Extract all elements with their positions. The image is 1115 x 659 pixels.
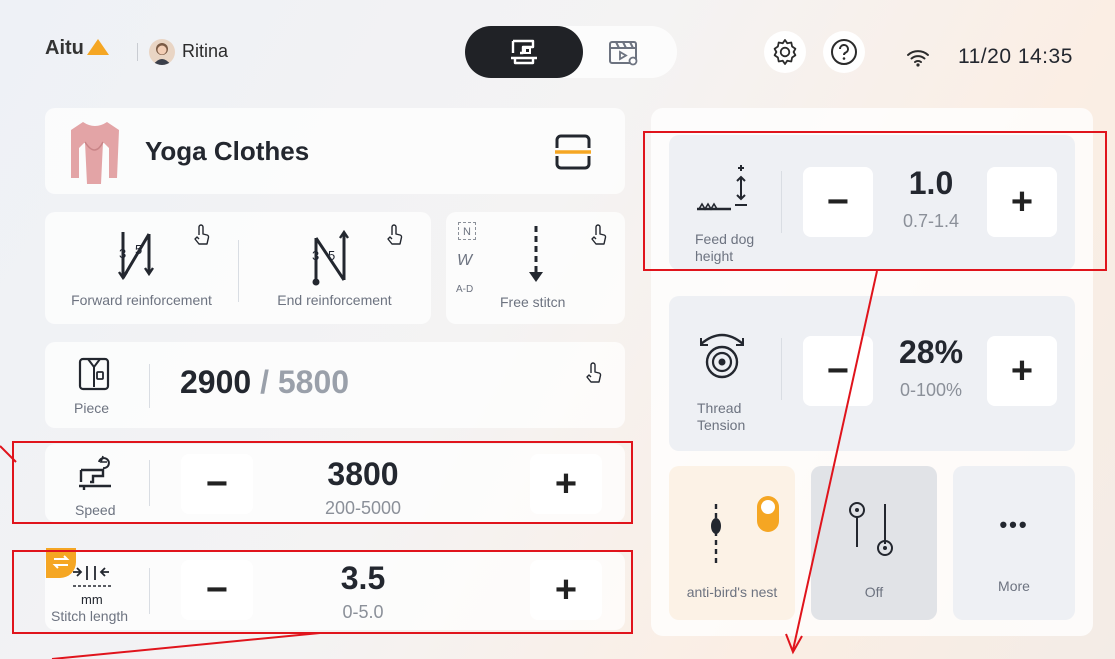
anti-birds-nest-toggle[interactable] [757, 496, 779, 532]
end-reinforcement-label: End reinforcement [277, 292, 392, 308]
off-tile[interactable]: Off [811, 466, 937, 620]
product-name: Yoga Clothes [145, 136, 310, 166]
video-mode-button[interactable] [608, 39, 640, 72]
clock: 11/20 14:35 [958, 45, 1073, 68]
brand-logo: Aitu [45, 37, 109, 60]
free-stitch-label: Free stitcn [500, 294, 566, 310]
sewing-machine-icon [511, 39, 537, 65]
pattern-ad-icon: A-D [456, 284, 474, 295]
piece-counter-card[interactable]: Piece 2900 / 5800 [45, 342, 625, 428]
brand-mark-icon [86, 39, 109, 55]
shirt-icon [78, 357, 110, 391]
settings-button[interactable] [764, 31, 806, 73]
thread-tension-icon [700, 333, 744, 379]
video-icon [609, 41, 638, 66]
user-name[interactable]: Ritina [182, 41, 228, 62]
touch-icon [591, 224, 607, 245]
touch-icon [586, 362, 602, 383]
divider [149, 364, 150, 408]
scan-icon[interactable] [553, 132, 593, 172]
brand-name: Aitu [45, 37, 84, 59]
count-a: 3 [312, 248, 320, 263]
count-a: 3 [119, 246, 127, 261]
forward-reinforcement-label: Forward reinforcement [71, 292, 212, 308]
annotation-line [51, 632, 321, 659]
piece-total: 5800 [277, 364, 350, 400]
piece-count: 2900 / 5800 [180, 364, 349, 401]
off-label: Off [864, 584, 884, 600]
piece-separator: / [260, 364, 269, 400]
count-b: 5 [135, 242, 143, 257]
wifi-icon [907, 50, 929, 67]
thread-tension-label: Thread Tension [697, 400, 746, 433]
highlight-box-speed [12, 441, 633, 524]
annotation-arrowhead [785, 633, 803, 655]
piece-label: Piece [74, 400, 110, 416]
count-b: 5 [328, 248, 336, 263]
needle-thread-icon [711, 504, 721, 564]
avatar[interactable] [149, 39, 175, 65]
end-reinforcement-button[interactable]: 3 5 End reinforcement [238, 212, 431, 324]
pattern-w-icon: W [457, 252, 473, 269]
thread-tension-range: 0-100% [899, 380, 963, 400]
divider [137, 43, 138, 61]
highlight-box-feed-dog [643, 131, 1107, 271]
highlight-box-stitch-length [12, 550, 633, 634]
toggle-knob [761, 500, 775, 514]
free-stitch-icon [529, 226, 543, 282]
pattern-n-icon: N [458, 222, 476, 240]
presser-foot-icon [849, 502, 893, 556]
sewing-mode-button[interactable] [465, 26, 583, 78]
thread-tension-decrease-button[interactable]: − [803, 336, 873, 406]
thread-tension-increase-button[interactable]: + [987, 336, 1057, 406]
product-card[interactable]: Yoga Clothes [45, 108, 625, 194]
free-stitch-button[interactable]: N W A-D Free stitcn [446, 212, 625, 324]
thread-tension-value: 28% [898, 334, 964, 370]
more-label: More [998, 578, 1030, 594]
piece-current: 2900 [180, 364, 252, 400]
help-button[interactable] [823, 31, 865, 73]
anti-birds-nest-label: anti-bird's nest [686, 584, 778, 600]
touch-icon [387, 224, 403, 245]
garment-image [71, 122, 119, 184]
forward-reinforcement-button[interactable]: 3 5 Forward reinforcement [45, 212, 238, 324]
more-icon: ••• [999, 512, 1029, 537]
anti-birds-nest-tile[interactable]: anti-bird's nest [669, 466, 795, 620]
more-tile[interactable]: ••• More [953, 466, 1075, 620]
gear-icon [773, 39, 797, 65]
reinforcement-card: 3 5 Forward reinforcement 3 5 End reinfo… [45, 212, 431, 324]
touch-icon [194, 224, 210, 245]
help-icon [831, 39, 857, 65]
divider [781, 338, 782, 400]
thread-tension-card: Thread Tension − 28% 0-100% + [669, 296, 1075, 451]
